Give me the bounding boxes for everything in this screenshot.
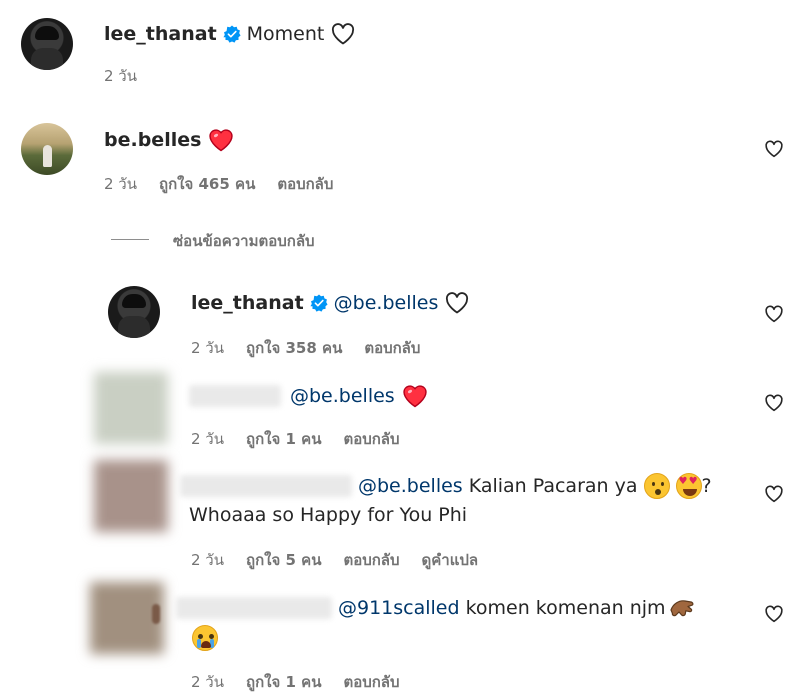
reply-button[interactable]: ตอบกลับ [343,427,399,451]
like-heart-icon[interactable] [764,485,784,503]
comment-text-end: ? [701,475,712,497]
timestamp: 2 วัน [191,430,224,448]
username-redacted [180,475,352,497]
reply-row: @be.belles Kalian Pacaran ya ? Whoaaa so… [0,456,800,576]
like-count[interactable]: ถูกใจ 5 คน [246,548,321,572]
username-redacted [176,597,332,619]
crying-face-emoji [192,625,218,651]
caption-meta: 2 วัน [104,64,159,88]
mention-link[interactable]: @be.belles [290,385,395,407]
mention-link[interactable]: @be.belles [334,292,439,314]
like-heart-icon[interactable] [764,394,784,412]
like-heart-icon[interactable] [764,140,784,158]
comment-row: be.belles 2 วัน ถูกใจ 465 คน ตอบกลับ [0,120,800,200]
hide-replies-button[interactable]: ซ่อนข้อความตอบกลับ [173,229,315,253]
comment-username[interactable]: be.belles [104,129,201,151]
reply-row: @be.belles 2 วัน ถูกใจ 1 คน ตอบกลับ [0,366,800,456]
reply-row: lee_thanat @be.belles 2 วัน ถูกใจ 358 คน… [0,280,800,360]
timestamp: 2 วัน [104,67,137,85]
reply-button[interactable]: ตอบกลับ [343,548,399,572]
reply-row: @911scalled komen komenan njm 2 วัน ถูกใ… [0,578,800,700]
like-heart-icon[interactable] [764,305,784,323]
timestamp: 2 วัน [104,175,137,193]
mention-link[interactable]: @be.belles [358,475,463,497]
reply-line: @be.belles Kalian Pacaran ya ? [352,473,712,499]
comment-text: komen komenan njm [465,597,666,619]
heart-eyes-emoji [675,473,702,499]
avatar-edge [152,604,160,624]
reply-line: @be.belles [284,384,428,408]
reply-line-2: Whoaaa so Happy for You Phi [189,504,467,526]
reply-button[interactable]: ตอบกลับ [277,172,333,196]
username-redacted [189,385,281,407]
reply-meta: 2 วัน ถูกใจ 1 คน ตอบกลับ [191,670,422,694]
caption-text: Moment [246,23,325,45]
like-count[interactable]: ถูกใจ 1 คน [246,427,321,451]
red-heart-icon [209,129,234,152]
verified-badge-icon [223,25,241,43]
avatar[interactable] [21,123,73,175]
reply-button[interactable]: ตอบกลับ [364,336,420,360]
reply-line-2 [192,625,218,651]
mention-link[interactable]: @911scalled [338,597,460,619]
reply-line: lee_thanat @be.belles [191,292,469,314]
pinching-hand-emoji [669,600,694,617]
reply-meta: 2 วัน ถูกใจ 358 คน ตอบกลับ [191,336,442,360]
caption-username[interactable]: lee_thanat [104,23,217,45]
reply-line: @911scalled komen komenan njm [332,596,696,620]
caption-row: lee_thanat Moment 2 วัน [0,0,800,100]
comment-meta: 2 วัน ถูกใจ 465 คน ตอบกลับ [104,172,355,196]
timestamp: 2 วัน [191,339,224,357]
timestamp: 2 วัน [191,673,224,691]
like-count[interactable]: ถูกใจ 1 คน [246,670,321,694]
reply-meta: 2 วัน ถูกใจ 1 คน ตอบกลับ [191,427,422,451]
red-heart-icon [402,385,427,408]
caption-line: lee_thanat Moment [104,23,355,45]
comment-line: be.belles [104,128,234,152]
like-count[interactable]: ถูกใจ 465 คน [159,172,255,196]
avatar[interactable] [108,286,160,338]
reply-meta: 2 วัน ถูกใจ 5 คน ตอบกลับ ดูคำแปล [191,548,500,572]
avatar[interactable] [21,18,73,70]
comment-text: Kalian Pacaran ya [468,475,638,497]
heart-outline-icon [446,292,469,314]
avatar[interactable] [94,460,168,532]
heart-outline-icon [332,23,355,45]
hushed-face-emoji [643,473,670,499]
reply-username[interactable]: lee_thanat [191,292,304,314]
comment-text-line2: Whoaaa so Happy for You Phi [189,504,468,526]
reply-button[interactable]: ตอบกลับ [343,670,399,694]
verified-badge-icon [310,294,328,312]
hide-replies-divider [111,239,149,240]
like-heart-icon[interactable] [764,605,784,623]
like-count[interactable]: ถูกใจ 358 คน [246,336,342,360]
timestamp: 2 วัน [191,551,224,569]
avatar[interactable] [94,372,168,444]
translate-button[interactable]: ดูคำแปล [422,548,479,572]
